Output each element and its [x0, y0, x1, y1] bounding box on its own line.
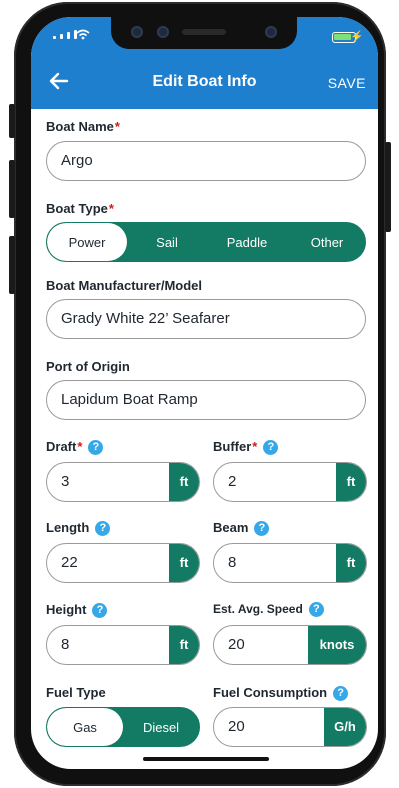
beam-label: Beam? — [213, 520, 270, 536]
fuel-type-option-gas[interactable]: Gas — [47, 708, 123, 746]
boat-type-option-sail[interactable]: Sail — [127, 223, 207, 261]
boat-type-option-paddle[interactable]: Paddle — [207, 223, 287, 261]
manufacturer-input[interactable]: Grady White 22’ Seafarer — [46, 299, 366, 339]
draft-unit: ft — [169, 463, 199, 501]
beam-help-icon[interactable]: ? — [254, 521, 270, 536]
charging-icon: ⚡ — [350, 31, 364, 43]
save-button[interactable]: SAVE — [328, 75, 366, 91]
speaker-grille — [182, 29, 226, 35]
draft-help-icon[interactable]: ? — [88, 440, 104, 455]
boat-name-input[interactable]: Argo — [46, 141, 366, 181]
speed-help-icon[interactable]: ? — [308, 602, 324, 617]
screen: ⚡ Edit Boat Info SAVE Boat Name* Argo Bo… — [31, 17, 378, 769]
manufacturer-label: Boat Manufacturer/Model — [46, 278, 203, 293]
length-label: Length? — [46, 520, 111, 536]
boat-type-segmented-control: Power Sail Paddle Other — [46, 222, 366, 262]
boat-type-label: Boat Type* — [46, 201, 114, 216]
buffer-input[interactable]: 2 ft — [213, 462, 367, 502]
boat-type-option-power[interactable]: Power — [47, 223, 127, 261]
fuel-type-segmented-control: Gas Diesel — [46, 707, 200, 747]
port-label: Port of Origin — [46, 359, 130, 374]
height-label: Height? — [46, 602, 108, 618]
volume-down-button — [9, 236, 15, 294]
mute-switch — [9, 104, 15, 138]
fuel-consumption-help-icon[interactable]: ? — [333, 686, 349, 701]
length-help-icon[interactable]: ? — [95, 521, 111, 536]
height-unit: ft — [169, 626, 199, 664]
fuel-consumption-label: Fuel Consumption? — [213, 685, 349, 701]
speed-label: Est. Avg. Speed? — [213, 602, 324, 617]
power-button — [385, 142, 391, 232]
buffer-help-icon[interactable]: ? — [263, 440, 279, 455]
height-help-icon[interactable]: ? — [92, 603, 108, 618]
fuel-consumption-unit: G/h — [324, 708, 366, 746]
buffer-label: Buffer*? — [213, 439, 279, 455]
fuel-type-option-diesel[interactable]: Diesel — [123, 708, 199, 746]
port-input[interactable]: Lapidum Boat Ramp — [46, 380, 366, 420]
signal-icon — [53, 30, 77, 39]
wifi-icon — [76, 29, 90, 40]
camera-icon — [131, 26, 143, 38]
buffer-unit: ft — [336, 463, 366, 501]
sensor-icon — [157, 26, 169, 38]
draft-label: Draft*? — [46, 439, 104, 455]
length-unit: ft — [169, 544, 199, 582]
boat-name-label: Boat Name* — [46, 119, 120, 134]
fuel-consumption-input[interactable]: 20 G/h — [213, 707, 367, 747]
fuel-type-label: Fuel Type — [46, 685, 106, 700]
speed-input[interactable]: 20 knots — [213, 625, 367, 665]
height-input[interactable]: 8 ft — [46, 625, 200, 665]
home-indicator — [143, 757, 269, 761]
page-title: Edit Boat Info — [152, 73, 257, 90]
front-camera-icon — [265, 26, 277, 38]
volume-up-button — [9, 160, 15, 218]
beam-unit: ft — [336, 544, 366, 582]
boat-type-option-other[interactable]: Other — [287, 223, 365, 261]
beam-input[interactable]: 8 ft — [213, 543, 367, 583]
notch — [111, 17, 297, 49]
speed-unit: knots — [308, 626, 366, 664]
length-input[interactable]: 22 ft — [46, 543, 200, 583]
draft-input[interactable]: 3 ft — [46, 462, 200, 502]
